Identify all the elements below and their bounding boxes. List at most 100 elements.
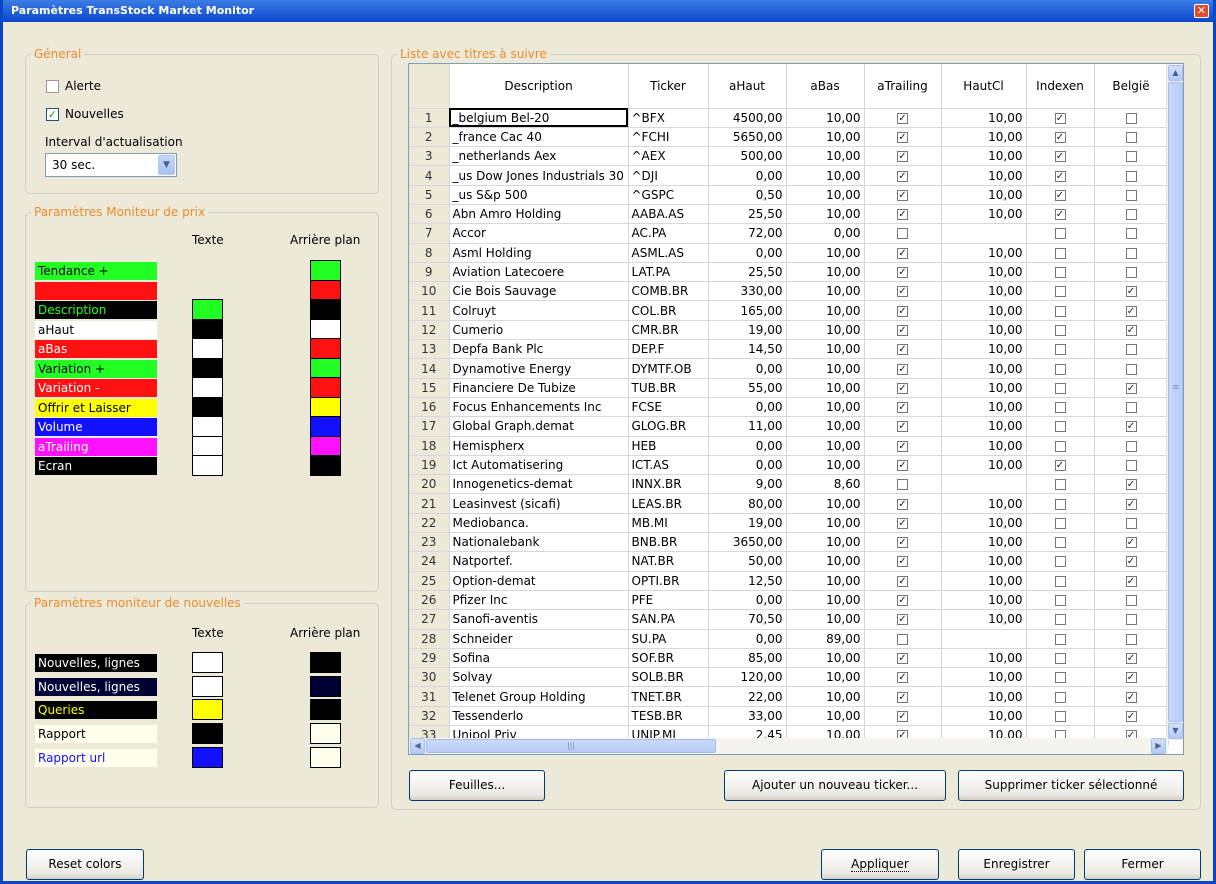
table-cell-value[interactable]: 10,00 [786, 667, 865, 688]
table-cell-description[interactable]: Telenet Group Holding [449, 686, 629, 707]
table-cell-checkbox[interactable]: ✓ [864, 339, 942, 360]
table-cell-value[interactable]: 10,00 [941, 300, 1027, 321]
table-cell-description[interactable]: Dynamotive Energy [449, 358, 629, 379]
table-cell-value[interactable]: 8,60 [786, 474, 865, 495]
price-color-text-color-7[interactable] [192, 396, 223, 418]
remove-ticker-button[interactable]: Supprimer ticker sélectionné [958, 770, 1184, 801]
table-cell-checkbox[interactable]: ✓ [864, 436, 942, 456]
checked-box-icon[interactable]: ✓ [1054, 209, 1066, 221]
checked-box-icon[interactable]: ✓ [1125, 672, 1137, 684]
table-cell-value[interactable]: 10,00 [786, 339, 865, 360]
table-cell-value[interactable]: 9,00 [708, 474, 787, 495]
table-cell-description[interactable]: Innogenetics-demat [449, 474, 629, 495]
table-cell-checkbox[interactable]: ✓ [864, 416, 942, 437]
table-row[interactable]: 29 Sofina SOF.BR 85,00 10,00 ✓ 10,00 ✓ [409, 648, 1169, 669]
table-cell-description[interactable]: Colruyt [449, 300, 629, 321]
table-cell-value[interactable]: 89,00 [786, 629, 865, 649]
unchecked-box-icon[interactable] [1054, 305, 1066, 317]
table-cell-value[interactable]: 10,00 [786, 571, 865, 591]
table-cell-checkbox[interactable] [1026, 262, 1095, 283]
checked-box-icon[interactable]: ✓ [897, 556, 908, 568]
table-cell-value[interactable]: 10,00 [941, 609, 1027, 630]
checked-box-icon[interactable]: ✓ [897, 614, 908, 626]
table-cell-value[interactable]: 0,00 [708, 455, 787, 476]
checked-box-icon[interactable]: ✓ [897, 170, 908, 182]
price-color-bg-color-10[interactable] [310, 455, 341, 476]
unchecked-box-icon[interactable] [1125, 517, 1137, 529]
checked-box-icon[interactable]: ✓ [897, 363, 908, 375]
column-header[interactable]: aTrailing [864, 64, 942, 109]
unchecked-box-icon[interactable] [1054, 324, 1066, 336]
price-color-bg-color-2[interactable] [310, 299, 341, 320]
checked-box-icon[interactable]: ✓ [897, 498, 908, 510]
table-cell-value[interactable]: 55,00 [708, 378, 787, 398]
table-cell-ticker[interactable]: COMB.BR [628, 281, 709, 302]
unchecked-box-icon[interactable] [1125, 459, 1137, 471]
table-cell-value[interactable]: 10,00 [941, 532, 1027, 553]
table-cell-ticker[interactable]: DYMTF.OB [628, 358, 709, 379]
unchecked-box-icon[interactable] [1054, 517, 1066, 529]
table-cell-checkbox[interactable]: ✓ [864, 686, 942, 707]
table-cell-ticker[interactable]: SOLB.BR [628, 667, 709, 688]
table-cell-ticker[interactable]: TESB.BR [628, 706, 709, 727]
checked-box-icon[interactable]: ✓ [897, 595, 908, 607]
table-cell-checkbox[interactable]: ✓ [864, 590, 942, 611]
checked-box-icon[interactable]: ✓ [897, 324, 908, 336]
table-cell-description[interactable]: _netherlands Aex [449, 146, 629, 167]
table-cell-value[interactable]: 80,00 [708, 493, 787, 514]
table-cell-value[interactable]: 10,00 [941, 436, 1027, 456]
unchecked-box-icon[interactable] [1054, 595, 1066, 607]
table-cell-value[interactable]: 11,00 [708, 416, 787, 437]
table-cell-description[interactable]: Asml Holding [449, 243, 629, 263]
table-cell-checkbox[interactable]: ✓ [1094, 532, 1169, 553]
table-cell-value[interactable]: 10,00 [941, 455, 1027, 476]
checked-box-icon[interactable]: ✓ [897, 112, 908, 124]
table-cell-value[interactable]: 10,00 [786, 262, 865, 283]
horizontal-scrollbar[interactable]: ◀ ||| ▶ [409, 738, 1168, 754]
table-cell-checkbox[interactable] [1026, 551, 1095, 572]
column-header[interactable]: aHaut [708, 64, 787, 109]
table-cell-checkbox[interactable]: ✓ [864, 127, 942, 148]
table-cell-checkbox[interactable]: ✓ [1094, 706, 1169, 727]
table-cell-description[interactable]: _belgium Bel-20 [449, 108, 629, 128]
table-cell-description[interactable]: Option-demat [449, 571, 629, 591]
unchecked-box-icon[interactable] [1054, 537, 1066, 549]
appliquer-button[interactable]: Appliquer [821, 849, 939, 880]
table-cell-value[interactable]: 120,00 [708, 667, 787, 688]
unchecked-box-icon[interactable] [1054, 440, 1066, 452]
table-cell-checkbox[interactable]: ✓ [864, 320, 942, 341]
news-color-text-color-1[interactable] [192, 675, 223, 697]
table-cell-checkbox[interactable] [1026, 378, 1095, 398]
table-cell-ticker[interactable]: DEP.F [628, 339, 709, 360]
table-cell-value[interactable]: 22,00 [708, 686, 787, 707]
unchecked-box-icon[interactable] [1125, 440, 1137, 452]
table-cell-value[interactable]: 10,00 [786, 281, 865, 302]
table-cell-checkbox[interactable] [1094, 262, 1169, 283]
table-cell-checkbox[interactable]: ✓ [1026, 455, 1095, 476]
table-cell-value[interactable]: 72,00 [708, 223, 787, 244]
table-cell-checkbox[interactable] [864, 474, 942, 495]
table-cell-value[interactable]: 10,00 [941, 320, 1027, 341]
price-color-text-color-10[interactable] [192, 455, 223, 476]
table-cell-description[interactable]: Sanofi-aventis [449, 609, 629, 630]
checked-box-icon[interactable]: ✓ [897, 459, 908, 471]
news-color-bg-color-3[interactable] [310, 723, 341, 745]
table-cell-value[interactable]: 10,00 [786, 320, 865, 341]
price-color-bg-color-9[interactable] [310, 435, 341, 457]
table-cell-value[interactable]: 10,00 [786, 686, 865, 707]
table-cell-value[interactable]: 10,00 [786, 455, 865, 476]
price-color-bg-color-4[interactable] [310, 338, 341, 359]
table-cell-ticker[interactable]: NAT.BR [628, 551, 709, 572]
checked-box-icon[interactable]: ✓ [897, 652, 908, 664]
alerte-checkbox[interactable] [46, 80, 59, 93]
vertical-scroll-thumb[interactable]: ≡ [1168, 82, 1183, 722]
unchecked-box-icon[interactable] [1054, 479, 1066, 491]
table-cell-checkbox[interactable]: ✓ [864, 648, 942, 669]
unchecked-box-icon[interactable] [1054, 614, 1066, 626]
table-cell-description[interactable]: Depfa Bank Plc [449, 339, 629, 360]
table-cell-checkbox[interactable] [1094, 146, 1169, 167]
table-cell-checkbox[interactable]: ✓ [864, 378, 942, 398]
price-color-text-color-9[interactable] [192, 435, 223, 457]
checked-box-icon[interactable]: ✓ [897, 151, 908, 163]
table-cell-description[interactable]: Accor [449, 223, 629, 244]
